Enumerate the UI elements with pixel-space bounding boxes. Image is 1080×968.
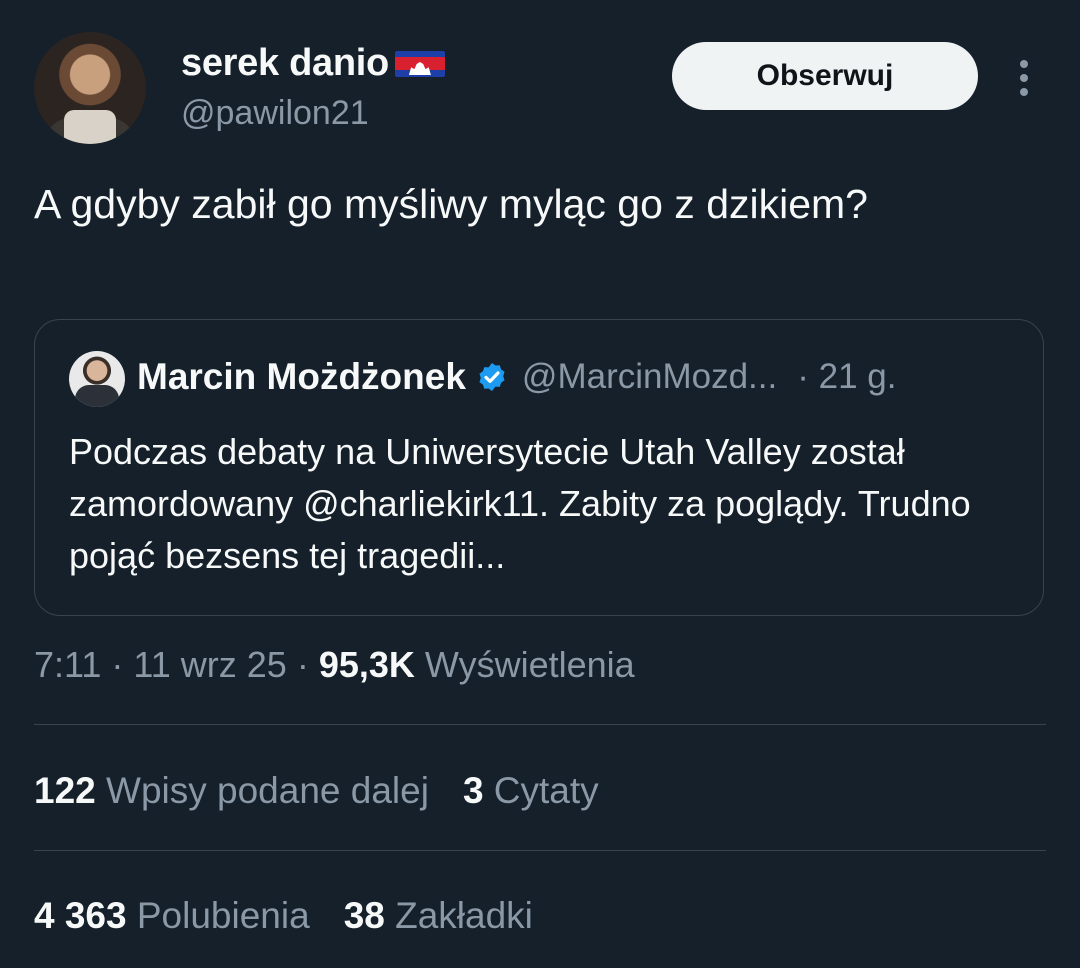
cambodia-flag-icon — [394, 50, 445, 77]
quotes-count: 3 — [462, 770, 484, 811]
author-name-row[interactable]: serek danio — [181, 42, 445, 85]
author-display-name[interactable]: serek danio — [181, 42, 389, 85]
quoted-author-avatar — [69, 351, 125, 407]
quoted-tweet-time: · 21 g. — [797, 357, 897, 396]
likes-stat[interactable]: 4 363 Polubienia — [34, 895, 310, 936]
author-avatar[interactable] — [34, 32, 146, 144]
views-count: 95,3K — [318, 644, 415, 685]
tweet-time: 7:11 — [34, 644, 102, 685]
likes-label: Polubienia — [136, 895, 310, 936]
divider — [34, 850, 1046, 851]
bookmarks-count: 38 — [343, 895, 385, 936]
bookmarks-stat[interactable]: 38 Zakładki — [344, 895, 533, 936]
tweet-meta: 7:11 · 11 wrz 25 · 95,3K Wyświetlenia — [34, 644, 635, 685]
bookmarks-label: Zakładki — [395, 895, 533, 936]
reposts-count: 122 — [34, 770, 96, 811]
quoted-tweet[interactable]: Marcin Możdżonek @MarcinMozd... · 21 g. … — [34, 319, 1044, 616]
views-label: Wyświetlenia — [424, 644, 635, 685]
tweet-text: A gdyby zabił go myśliwy myląc go z dzik… — [34, 181, 868, 227]
divider — [34, 724, 1046, 725]
tweet-date: 11 wrz 25 — [133, 644, 287, 685]
author-handle[interactable]: @pawilon21 — [181, 94, 369, 133]
stats-row-reposts: 122 Wpisy podane dalej 3 Cytaty — [34, 770, 599, 812]
reposts-stat[interactable]: 122 Wpisy podane dalej — [34, 770, 429, 811]
quoted-author-handle: @MarcinMozd... — [521, 357, 778, 396]
quoted-author-name: Marcin Możdżonek — [137, 356, 466, 397]
more-options-icon[interactable] — [1006, 58, 1042, 98]
quoted-tweet-text: Podczas debaty na Uniwersytecie Utah Val… — [69, 431, 971, 576]
quoted-tweet-header: Marcin Możdżonek @MarcinMozd... · 21 g. — [137, 356, 896, 398]
quotes-label: Cytaty — [493, 770, 599, 811]
verified-badge-icon — [479, 363, 505, 391]
quotes-stat[interactable]: 3 Cytaty — [463, 770, 599, 811]
likes-count: 4 363 — [34, 895, 127, 936]
reposts-label: Wpisy podane dalej — [106, 770, 429, 811]
stats-row-likes: 4 363 Polubienia 38 Zakładki — [34, 895, 533, 937]
follow-button[interactable]: Obserwuj — [672, 42, 978, 110]
